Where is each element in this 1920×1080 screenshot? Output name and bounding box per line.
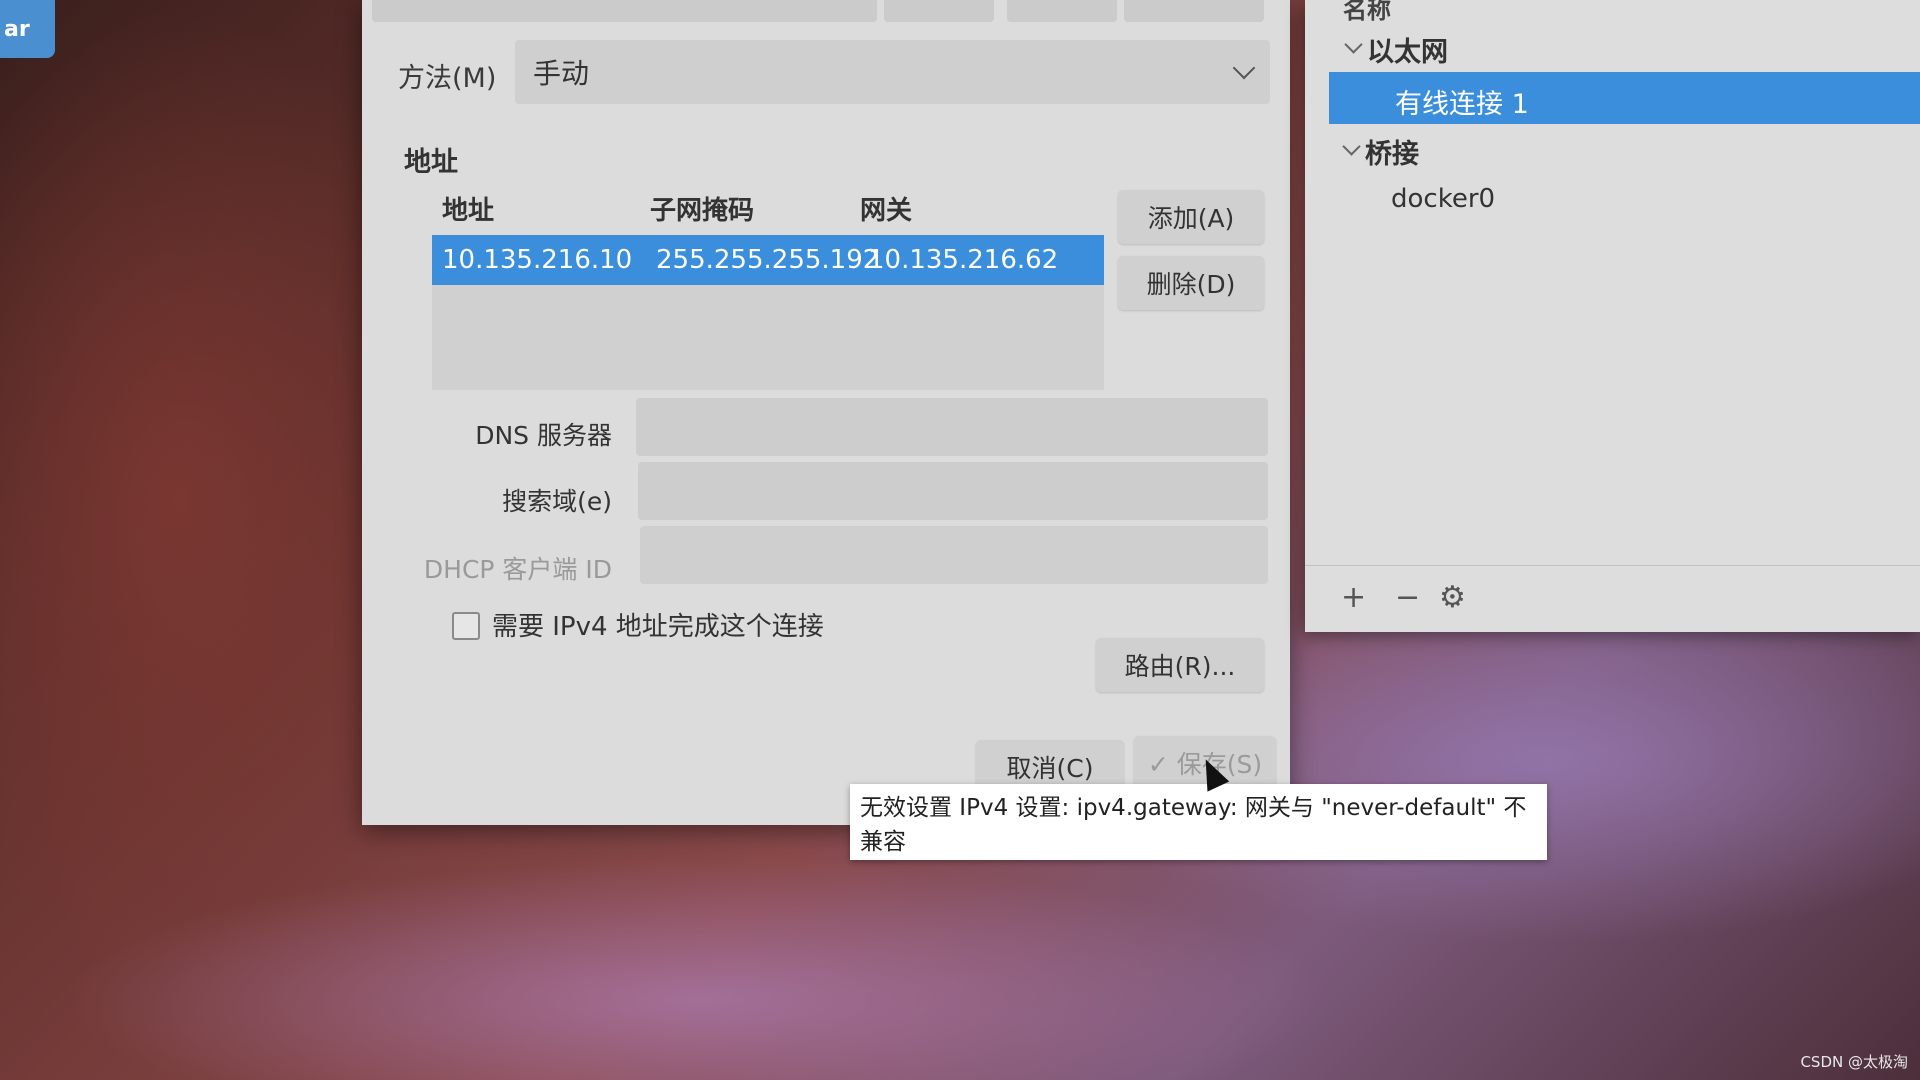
dns-field[interactable]: [636, 398, 1268, 456]
address-table[interactable]: 地址 子网掩码 网关 10.135.216.10 255.255.255.192…: [432, 190, 1104, 390]
dns-label: DNS 服务器: [475, 421, 612, 450]
table-empty-area[interactable]: [432, 285, 1104, 390]
routes-button[interactable]: 路由(R)...: [1096, 638, 1264, 692]
plus-icon[interactable]: +: [1341, 580, 1366, 615]
connection-item-docker0[interactable]: docker0: [1391, 184, 1495, 214]
addresses-heading: 地址: [404, 147, 458, 178]
table-row[interactable]: 10.135.216.10 255.255.255.192 10.135.216…: [432, 235, 1104, 285]
search-domain-label: 搜索域(e): [502, 487, 612, 516]
tab-strip: [372, 0, 1280, 22]
network-connections-panel: 名称 以太网 有线连接 1 桥接 docker0 + − ⚙: [1305, 0, 1920, 632]
watermark: CSDN @太极淘: [1800, 1053, 1908, 1071]
tab-strip-segment: [1124, 0, 1264, 22]
tab-strip-segment: [884, 0, 994, 22]
dhcp-client-id-field: [640, 526, 1268, 584]
method-label: 方法(M): [398, 63, 497, 94]
group-ethernet[interactable]: 以太网: [1367, 30, 1448, 69]
chevron-down-icon: [1232, 56, 1256, 80]
chevron-down-icon[interactable]: [1344, 35, 1363, 54]
method-select[interactable]: 手动: [515, 40, 1270, 104]
error-tooltip: 无效设置 IPv4 设置: ipv4.gateway: 网关与 "never-d…: [850, 784, 1547, 860]
tab-strip-segment: [372, 0, 877, 22]
method-value: 手动: [533, 57, 590, 90]
cell-address[interactable]: 10.135.216.10: [442, 245, 632, 275]
require-ipv4-label[interactable]: 需要 IPv4 地址完成这个连接: [492, 606, 824, 643]
chevron-down-icon[interactable]: [1342, 137, 1361, 156]
minus-icon[interactable]: −: [1395, 580, 1420, 615]
ipv4-settings-dialog: 方法(M) 手动 地址 地址 子网掩码 网关 10.135.216.10 255…: [362, 0, 1290, 825]
column-header-address[interactable]: 地址: [442, 190, 494, 227]
column-header-gateway[interactable]: 网关: [860, 190, 912, 227]
desktop-corner-button[interactable]: ar: [0, 0, 55, 58]
gear-icon[interactable]: ⚙: [1439, 580, 1466, 615]
cell-netmask[interactable]: 255.255.255.192: [656, 245, 879, 275]
delete-button[interactable]: 删除(D): [1118, 256, 1264, 310]
group-bridge[interactable]: 桥接: [1365, 132, 1419, 171]
panel-toolbar: + − ⚙: [1305, 565, 1920, 633]
tab-strip-segment: [1007, 0, 1117, 22]
require-ipv4-checkbox[interactable]: [452, 612, 480, 640]
name-column-header[interactable]: 名称: [1343, 0, 1391, 25]
connection-label: 有线连接 1: [1395, 89, 1529, 120]
cell-gateway[interactable]: 10.135.216.62: [868, 245, 1058, 275]
search-domain-field[interactable]: [638, 462, 1268, 520]
dhcp-client-id-label: DHCP 客户端 ID: [423, 555, 612, 584]
connection-item-wired-1[interactable]: 有线连接 1: [1329, 72, 1920, 124]
column-header-netmask[interactable]: 子网掩码: [650, 190, 754, 227]
add-button[interactable]: 添加(A): [1118, 190, 1264, 244]
